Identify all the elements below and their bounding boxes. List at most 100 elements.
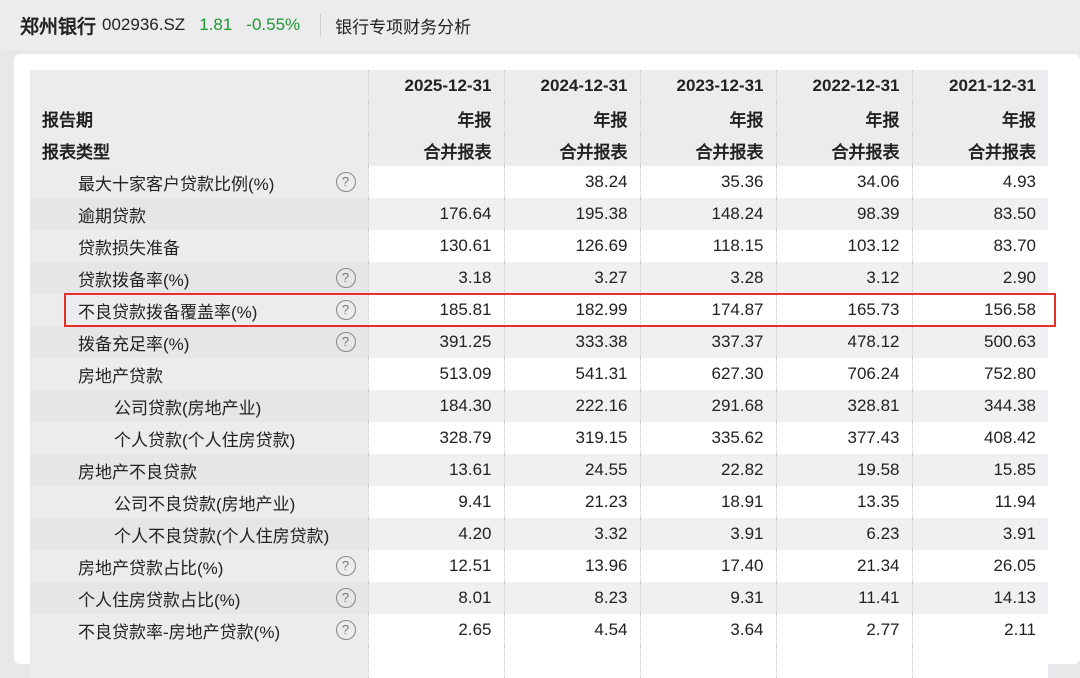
value-cell: 21.23	[503, 486, 640, 518]
value-cell: 2.90	[911, 262, 1048, 294]
row-label: 贷款损失准备	[30, 230, 368, 262]
column-type[interactable]: 合并报表	[911, 134, 1048, 166]
row-label-text: 房地产贷款占比(%)	[78, 558, 224, 578]
row-label: 个人住房贷款占比(%)?	[30, 582, 368, 614]
column-date[interactable]: 2022-12-31	[775, 70, 912, 102]
help-icon[interactable]: ?	[335, 268, 356, 288]
value-cell: 174.87	[639, 294, 776, 326]
help-icon[interactable]: ?	[335, 620, 356, 640]
column-period[interactable]: 年报	[911, 102, 1048, 134]
table-row: 贷款损失准备 130.61 126.69 118.15 103.12 83.70	[30, 230, 1048, 262]
help-icon[interactable]: ?	[335, 588, 356, 608]
row-label: 房地产贷款占比(%)?	[30, 550, 368, 582]
row-label: 房地产贷款	[30, 358, 368, 390]
row-label-text: 拨备充足率(%)	[78, 334, 190, 354]
row-label: 个人不良贷款(个人住房贷款)	[30, 518, 368, 550]
row-label-text: 个人住房贷款占比(%)	[78, 590, 241, 610]
value-cell: 337.37	[639, 326, 776, 358]
help-icon[interactable]: ?	[335, 172, 356, 192]
column-date[interactable]: 2021-12-31	[911, 70, 1048, 102]
value-cell: 38.24	[503, 166, 640, 198]
value-cell	[503, 646, 640, 678]
value-cell: 15.85	[911, 454, 1048, 486]
value-cell: 98.39	[775, 198, 912, 230]
row-label-text: 个人贷款(个人住房贷款)	[114, 430, 296, 450]
value-cell: 3.91	[911, 518, 1048, 550]
value-cell: 13.35	[775, 486, 912, 518]
stock-name: 郑州银行	[20, 16, 97, 38]
help-icon[interactable]: ?	[335, 556, 356, 576]
row-label: 公司贷款(房地产业)	[30, 390, 368, 422]
value-cell: 328.81	[775, 390, 912, 422]
value-cell: 752.80	[911, 358, 1048, 390]
column-date[interactable]: 2024-12-31	[503, 70, 640, 102]
value-cell: 126.69	[503, 230, 640, 262]
table-row: 房地产贷款占比(%)? 12.51 13.96 17.40 21.34 26.05	[30, 550, 1048, 582]
value-cell: 26.05	[911, 550, 1048, 582]
header-label: 报告期	[30, 102, 368, 134]
value-cell: 513.09	[367, 358, 504, 390]
value-cell: 13.61	[367, 454, 504, 486]
table-row: 个人不良贷款(个人住房贷款) 4.20 3.32 3.91 6.23 3.91	[30, 518, 1048, 550]
value-cell: 19.58	[775, 454, 912, 486]
value-cell: 9.41	[367, 486, 504, 518]
row-label-text: 最大十家客户贷款比例(%)	[78, 174, 275, 194]
table-row: 公司不良贷款(房地产业) 9.41 21.23 18.91 13.35 11.94	[30, 486, 1048, 518]
row-label-text: 公司贷款(房地产业)	[114, 398, 262, 418]
help-icon[interactable]: ?	[335, 332, 356, 352]
value-cell: 335.62	[639, 422, 776, 454]
header-label: 报表类型	[30, 134, 368, 166]
value-cell: 165.73	[775, 294, 912, 326]
value-cell: 184.30	[367, 390, 504, 422]
section-title: 银行专项财务分析	[335, 17, 472, 37]
table-row: 公司贷款(房地产业) 184.30 222.16 291.68 328.81 344.38	[30, 390, 1048, 422]
column-type[interactable]: 合并报表	[503, 134, 640, 166]
table-row: 房地产贷款 513.09 541.31 627.30 706.24 752.80	[30, 358, 1048, 390]
value-cell: 500.63	[911, 326, 1048, 358]
value-cell: 328.79	[367, 422, 504, 454]
header-row: 报表类型 合并报表 合并报表 合并报表 合并报表 合并报表	[30, 134, 1048, 166]
value-cell: 195.38	[503, 198, 640, 230]
row-label: 拨备充足率(%)?	[30, 326, 368, 358]
value-cell: 6.23	[775, 518, 912, 550]
column-period[interactable]: 年报	[775, 102, 912, 134]
table-row: 不良贷款拨备覆盖率(%)? 185.81 182.99 174.87 165.73 156…	[30, 294, 1048, 326]
value-cell: 83.50	[911, 198, 1048, 230]
table-row: 最大十家客户贷款比例(%)? 38.24 35.36 34.06 4.93	[30, 166, 1048, 198]
value-cell	[367, 646, 504, 678]
value-cell: 478.12	[775, 326, 912, 358]
value-cell: 3.91	[639, 518, 776, 550]
column-type[interactable]: 合并报表	[775, 134, 912, 166]
row-label-text: 公司不良贷款(房地产业)	[114, 494, 296, 514]
value-cell: 148.24	[639, 198, 776, 230]
value-cell: 2.77	[775, 614, 912, 646]
column-type[interactable]: 合并报表	[639, 134, 776, 166]
value-cell: 18.91	[639, 486, 776, 518]
column-date[interactable]: 2025-12-31	[367, 70, 504, 102]
value-cell: 182.99	[503, 294, 640, 326]
divider	[320, 14, 322, 36]
value-cell: 9.31	[639, 582, 776, 614]
value-cell	[775, 646, 912, 678]
value-cell: 4.20	[367, 518, 504, 550]
stock-change: -0.55%	[246, 15, 301, 34]
column-date[interactable]: 2023-12-31	[639, 70, 776, 102]
column-period[interactable]: 年报	[503, 102, 640, 134]
value-cell: 13.96	[503, 550, 640, 582]
row-label: 公司不良贷款(房地产业)	[30, 486, 368, 518]
value-cell: 222.16	[503, 390, 640, 422]
row-label: 房地产不良贷款	[30, 454, 368, 486]
row-label: 贷款拨备率(%)?	[30, 262, 368, 294]
value-cell	[911, 646, 1048, 678]
value-cell: 291.68	[639, 390, 776, 422]
column-type[interactable]: 合并报表	[367, 134, 504, 166]
value-cell: 8.23	[503, 582, 640, 614]
value-cell: 4.93	[911, 166, 1048, 198]
column-period[interactable]: 年报	[639, 102, 776, 134]
value-cell: 4.54	[503, 614, 640, 646]
value-cell: 319.15	[503, 422, 640, 454]
value-cell: 3.32	[503, 518, 640, 550]
column-period[interactable]: 年报	[367, 102, 504, 134]
row-label: 最大十家客户贷款比例(%)?	[30, 166, 368, 198]
help-icon[interactable]: ?	[335, 300, 356, 320]
